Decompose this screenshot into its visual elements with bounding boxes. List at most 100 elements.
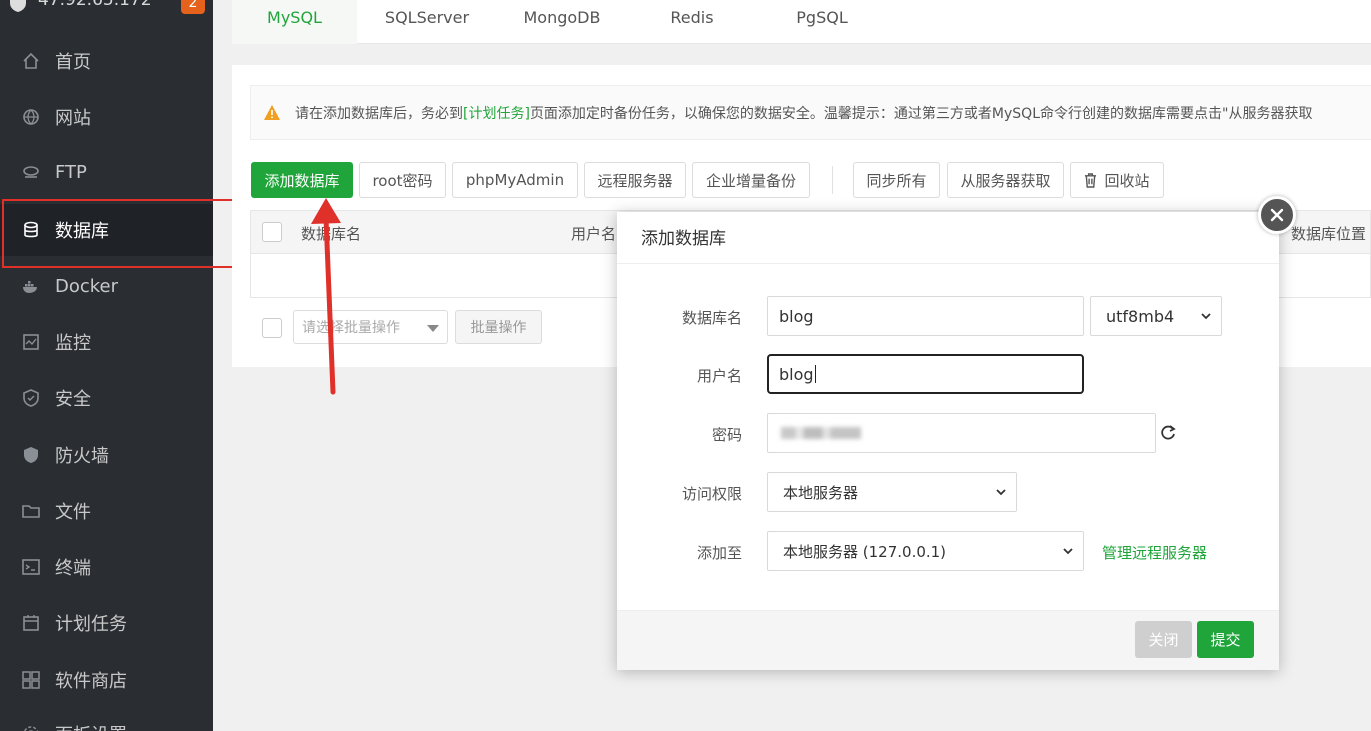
phpmyadmin-button[interactable]: phpMyAdmin: [452, 162, 578, 198]
chevron-down-icon: [996, 489, 1006, 496]
username-input[interactable]: blog: [767, 354, 1084, 394]
home-icon: [22, 52, 40, 70]
col-db-name[interactable]: 数据库名: [301, 223, 361, 244]
username-value: blog: [779, 364, 814, 384]
sidebar-item-settings[interactable]: 面板设置: [0, 708, 213, 731]
notice-prefix: 请在添加数据库后，务必到: [295, 105, 463, 122]
sidebar-item-files[interactable]: 文件: [0, 485, 213, 537]
add-database-button[interactable]: 添加数据库: [251, 162, 353, 198]
manage-remote-link[interactable]: 管理远程服务器: [1102, 542, 1207, 563]
enterprise-backup-button[interactable]: 企业增量备份: [692, 162, 810, 198]
add-to-select[interactable]: 本地服务器 (127.0.0.1): [767, 531, 1084, 571]
sidebar-item-ftp[interactable]: FTP: [0, 146, 213, 198]
fetch-from-server-button[interactable]: 从服务器获取: [947, 162, 1064, 198]
sidebar-item-monitor[interactable]: 监控: [0, 316, 213, 368]
trash-icon: [1085, 172, 1097, 188]
add-to-value: 本地服务器 (127.0.0.1): [783, 542, 947, 561]
batch-operation-button[interactable]: 批量操作: [455, 310, 542, 344]
calendar-icon: [22, 614, 40, 632]
close-icon: [1270, 208, 1284, 222]
sidebar-item-database[interactable]: 数据库: [0, 204, 213, 256]
chevron-down-icon: [1201, 313, 1211, 320]
submit-button[interactable]: 提交: [1197, 621, 1254, 658]
database-icon: [22, 221, 40, 239]
sidebar-item-firewall[interactable]: 防火墙: [0, 429, 213, 481]
sync-all-button[interactable]: 同步所有: [853, 162, 940, 198]
db-type-tabs: MySQL SQLServer MongoDB Redis PgSQL: [232, 0, 1371, 44]
terminal-icon: [22, 558, 40, 576]
col-username[interactable]: 用户名: [571, 223, 616, 244]
sidebar-item-label: FTP: [55, 161, 87, 183]
charset-select[interactable]: utf8mb4: [1090, 296, 1222, 336]
recycle-bin-button[interactable]: 回收站: [1070, 162, 1164, 198]
backup-notice: 请在添加数据库后，务必到 [计划任务] 页面添加定时备份任务，以确保您的数据安全。温…: [250, 85, 1371, 140]
sidebar: 47.92.65.172 2 首页 网站 FTP 数据库 Docker 监控 安…: [0, 0, 213, 731]
password-input[interactable]: [767, 413, 1156, 453]
sidebar-item-label: 网站: [55, 108, 91, 129]
notification-badge[interactable]: 2: [181, 0, 205, 14]
text-cursor: [814, 365, 816, 383]
remote-server-button[interactable]: 远程服务器: [584, 162, 686, 198]
sidebar-item-label: 数据库: [55, 221, 109, 242]
monitor-icon: [22, 333, 40, 351]
tab-sqlserver[interactable]: SQLServer: [372, 0, 482, 44]
sidebar-item-docker[interactable]: Docker: [0, 260, 213, 312]
batch-select-checkbox[interactable]: [262, 318, 282, 338]
batch-operation-select[interactable]: 请选择批量操作: [293, 310, 448, 344]
sidebar-item-label: 面板设置: [55, 721, 127, 731]
sidebar-item-label: 安全: [55, 389, 91, 410]
docker-icon: [22, 277, 40, 295]
tab-redis[interactable]: Redis: [642, 0, 742, 44]
batch-select-placeholder: 请选择批量操作: [302, 320, 400, 336]
access-label: 访问权限: [681, 485, 742, 503]
sidebar-item-cron[interactable]: 计划任务: [0, 597, 213, 649]
dialog-close-button[interactable]: [1258, 196, 1296, 234]
username-label: 用户名: [696, 367, 742, 385]
recycle-bin-label: 回收站: [1104, 171, 1150, 190]
tab-mysql[interactable]: MySQL: [232, 0, 357, 44]
folder-icon: [22, 502, 40, 520]
chevron-down-icon: [1063, 548, 1073, 555]
server-shield-icon: [10, 0, 26, 12]
sidebar-item-terminal[interactable]: 终端: [0, 541, 213, 593]
add-to-label: 添加至: [696, 544, 742, 562]
db-name-input[interactable]: blog: [767, 296, 1084, 336]
sidebar-item-label: 计划任务: [55, 614, 127, 635]
tab-mongodb[interactable]: MongoDB: [507, 0, 617, 44]
warning-icon: [264, 104, 280, 120]
sidebar-item-label: 终端: [55, 558, 91, 579]
apps-icon: [22, 671, 40, 689]
db-name-value: blog: [779, 306, 814, 326]
db-name-label: 数据库名: [681, 309, 742, 327]
close-button[interactable]: 关闭: [1135, 621, 1192, 658]
access-select[interactable]: 本地服务器: [767, 472, 1017, 512]
cron-link[interactable]: [计划任务]: [463, 103, 530, 123]
globe-icon: [22, 108, 40, 126]
col-db-location[interactable]: 数据库位置: [1291, 223, 1366, 244]
firewall-icon: [22, 446, 40, 464]
server-host: 47.92.65.172: [38, 0, 152, 10]
sidebar-item-label: 首页: [55, 52, 91, 73]
dialog-footer: 关闭 提交: [617, 610, 1279, 670]
sidebar-item-security[interactable]: 安全: [0, 372, 213, 424]
password-value-blurred: [781, 427, 861, 439]
ftp-icon: [22, 163, 40, 181]
password-label: 密码: [711, 426, 742, 444]
sidebar-item-label: 文件: [55, 502, 91, 523]
notice-suffix: 页面添加定时备份任务，以确保您的数据安全。温馨提示：通过第三方或者MySQL命令…: [529, 105, 1313, 122]
sidebar-item-label: 防火墙: [55, 446, 109, 467]
settings-icon: [22, 725, 40, 731]
tab-pgsql[interactable]: PgSQL: [772, 0, 872, 44]
charset-value: utf8mb4: [1106, 306, 1175, 326]
sidebar-item-website[interactable]: 网站: [0, 91, 213, 143]
sidebar-item-home[interactable]: 首页: [0, 35, 213, 87]
select-all-checkbox[interactable]: [262, 222, 282, 242]
shield-check-icon: [22, 389, 40, 407]
refresh-password-icon[interactable]: [1159, 424, 1177, 442]
access-value: 本地服务器: [783, 483, 859, 502]
toolbar-divider: [832, 166, 833, 194]
dialog-title: 添加数据库: [617, 212, 1279, 264]
root-password-button[interactable]: root密码: [359, 162, 446, 198]
sidebar-item-store[interactable]: 软件商店: [0, 654, 213, 706]
server-header: 47.92.65.172 2: [0, 0, 213, 32]
